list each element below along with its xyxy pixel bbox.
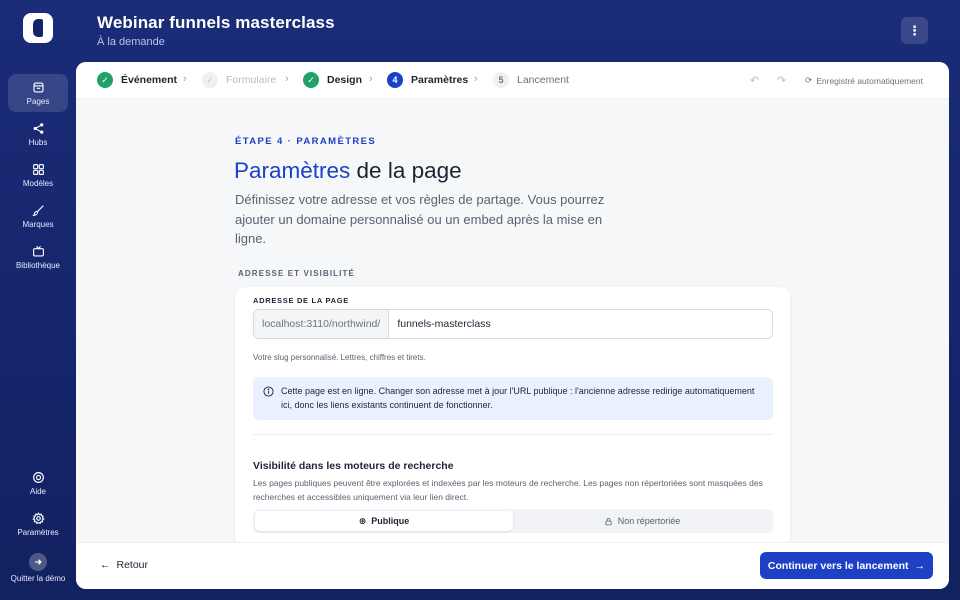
- tv-icon: [32, 245, 44, 257]
- step-label: Paramètres: [411, 74, 469, 86]
- brush-icon: [31, 204, 44, 216]
- stepper: ✓ Événement › ✓ Formulaire › ✓ Design › …: [76, 62, 949, 99]
- headline-rest: de la page: [350, 158, 462, 183]
- info-callout: Cette page est en ligne. Changer son adr…: [253, 377, 773, 420]
- page-title: Webinar funnels masterclass: [97, 13, 335, 32]
- chevron-right-icon: ›: [369, 73, 373, 85]
- sidebar-item-pages[interactable]: Pages: [8, 74, 68, 112]
- lock-icon: [605, 517, 612, 525]
- sidebar-item-marques[interactable]: Marques: [8, 197, 68, 235]
- step-label: Formulaire: [226, 74, 277, 86]
- back-button[interactable]: ← Retour: [100, 559, 148, 571]
- app-logo[interactable]: [23, 13, 53, 43]
- chevron-right-icon: ›: [474, 73, 478, 85]
- step-eyebrow: ÉTAPE 4 · PARAMÈTRES: [235, 136, 377, 147]
- check-icon: ✓: [202, 72, 218, 88]
- step-number: 5: [493, 72, 509, 88]
- grid-icon: [32, 163, 44, 175]
- sidebar-item-label: Quitter la démo: [10, 574, 66, 583]
- step-formulaire[interactable]: ✓ Formulaire: [202, 72, 276, 88]
- settings-card: ADRESSE DE LA PAGE localhost:3110/northw…: [235, 287, 790, 547]
- sidebar-item-label: Bibliothèque: [15, 260, 61, 270]
- sidebar-item-parametres[interactable]: Paramètres: [8, 505, 68, 543]
- option-label: Publique: [371, 516, 410, 526]
- check-icon: ✓: [97, 72, 113, 88]
- address-field: localhost:3110/northwind/: [253, 309, 773, 339]
- exit-icon: [29, 553, 47, 571]
- chevron-right-icon: ›: [285, 73, 289, 85]
- address-label: ADRESSE DE LA PAGE: [253, 296, 349, 305]
- continue-label: Continuer vers le lancement: [767, 559, 909, 572]
- step-parametres[interactable]: 4 Paramètres: [387, 72, 468, 88]
- headline-accent: Paramètres: [234, 158, 351, 183]
- divider: [253, 434, 773, 435]
- slug-input[interactable]: [389, 310, 772, 338]
- undo-icon[interactable]: ↶: [750, 74, 759, 87]
- arrow-left-icon: ←: [100, 559, 111, 571]
- sidebar-item-label: Paramètres: [17, 527, 59, 537]
- step-number: 4: [387, 72, 403, 88]
- sidebar-item-modeles[interactable]: Modèles: [8, 156, 68, 194]
- sidebar-item-label: Modèles: [22, 178, 54, 188]
- visibility-option-publique[interactable]: ⊕ Publique: [255, 511, 513, 531]
- gear-icon: [31, 511, 45, 524]
- sidebar-item-label: Pages: [26, 96, 50, 106]
- chevron-right-icon: ›: [183, 73, 187, 85]
- slug-helper: Votre slug personnalisé. Lettres, chiffr…: [253, 353, 426, 362]
- more-vertical-icon: ⋮: [908, 22, 921, 38]
- info-icon: [263, 386, 274, 397]
- arrow-right-icon: →: [914, 559, 926, 572]
- sidebar-item-label: Marques: [22, 219, 54, 229]
- section-label: ADRESSE ET VISIBILITÉ: [238, 269, 355, 278]
- autosave-status: ⟳ Enregistré automatiquement: [805, 75, 923, 86]
- step-label: Design: [327, 74, 363, 86]
- pages-icon: [32, 81, 44, 93]
- page-subtitle: À la demande: [97, 36, 165, 48]
- step-evenement[interactable]: ✓ Événement: [97, 72, 177, 88]
- sidebar-item-hubs[interactable]: Hubs: [8, 115, 68, 153]
- share-icon: [33, 122, 43, 134]
- content-lede: Définissez votre adresse et vos règles d…: [235, 192, 605, 246]
- refresh-icon: ⟳: [805, 75, 813, 85]
- globe-icon: ⊕: [358, 515, 367, 526]
- main-panel: ✓ Événement › ✓ Formulaire › ✓ Design › …: [76, 62, 949, 589]
- sidebar-item-quitter-demo[interactable]: Quitter la démo: [7, 549, 69, 587]
- sidebar-item-label: Hubs: [28, 137, 48, 147]
- sidebar-item-label: Aide: [29, 486, 46, 496]
- url-prefix: localhost:3110/northwind/: [254, 310, 390, 338]
- info-text: Cette page est en ligne. Changer son adr…: [281, 386, 755, 410]
- step-design[interactable]: ✓ Design: [303, 72, 362, 88]
- visibility-option-non-repertoriee[interactable]: Non répertoriée: [513, 511, 771, 531]
- step-label: Événement: [121, 74, 178, 86]
- lifebuoy-icon: [32, 471, 44, 483]
- step-lancement[interactable]: 5 Lancement: [493, 72, 569, 88]
- visibility-toggle: ⊕ Publique Non répertoriée: [253, 509, 773, 533]
- option-label: Non répertoriée: [617, 516, 681, 526]
- back-label: Retour: [116, 559, 149, 571]
- more-options-button[interactable]: ⋮: [901, 17, 928, 44]
- footer-bar: ← Retour Continuer vers le lancement →: [76, 542, 949, 589]
- sidebar-item-aide[interactable]: Aide: [8, 464, 68, 502]
- check-icon: ✓: [303, 72, 319, 88]
- visibility-description: Les pages publiques peuvent être exploré…: [253, 478, 763, 502]
- step-label: Lancement: [517, 74, 569, 86]
- visibility-title: Visibilité dans les moteurs de recherche: [253, 460, 454, 472]
- autosave-label: Enregistré automatiquement: [816, 75, 923, 86]
- continue-button[interactable]: Continuer vers le lancement →: [759, 552, 933, 579]
- content-headline: Paramètres de la page: [234, 158, 462, 184]
- redo-icon[interactable]: ↷: [777, 74, 786, 87]
- sidebar-item-bibliotheque[interactable]: Bibliothèque: [8, 238, 68, 276]
